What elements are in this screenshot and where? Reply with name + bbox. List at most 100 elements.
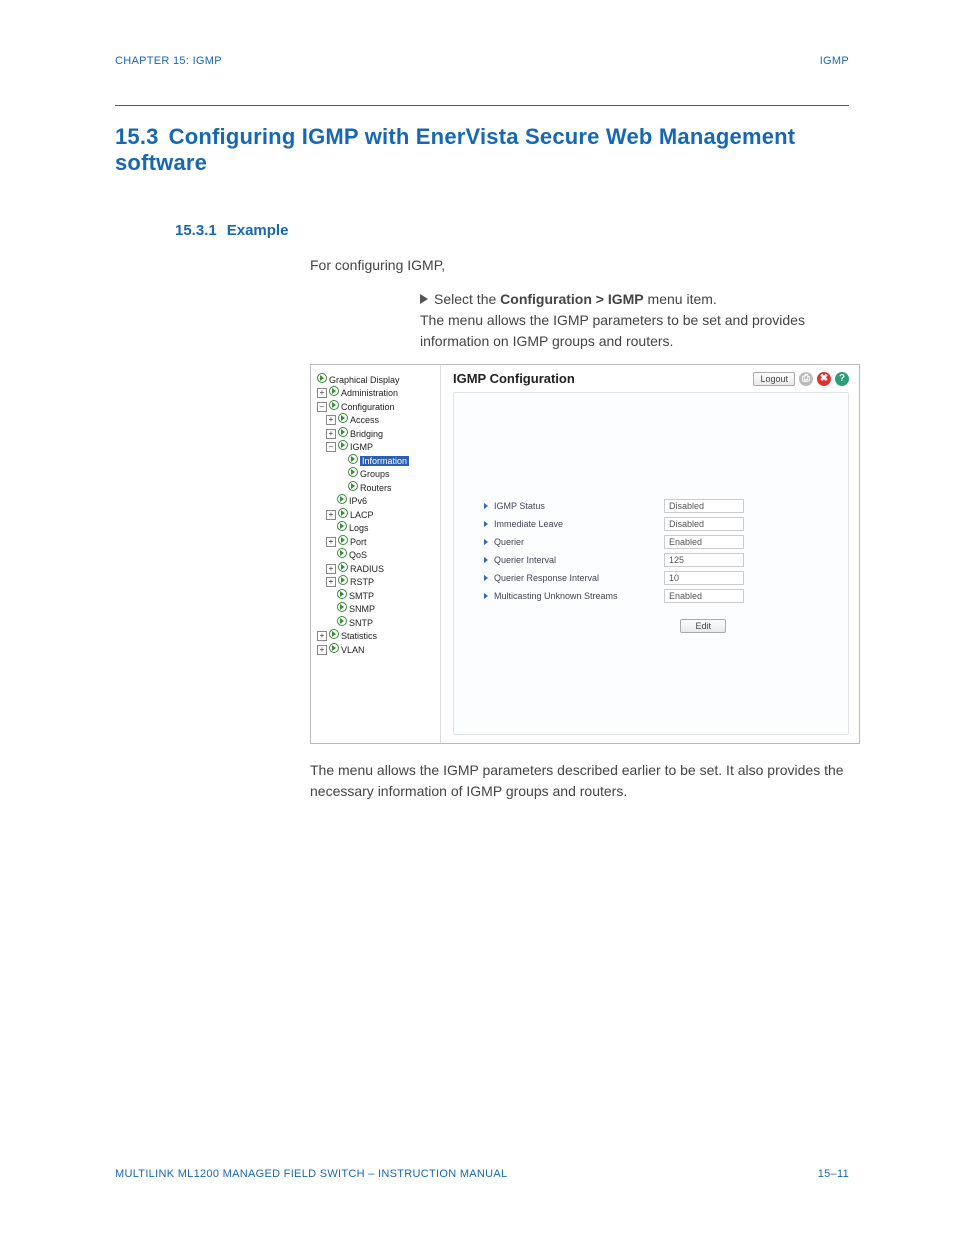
footer-left: MULTILINK ML1200 MANAGED FIELD SWITCH – … [115,1168,507,1180]
collapse-icon[interactable]: – [326,442,336,452]
node-icon [329,629,339,639]
step-block: Select the Configuration > IGMP menu ite… [420,289,849,352]
param-row: IGMP StatusDisabled [484,499,818,513]
expand-icon[interactable]: + [326,537,336,547]
param-arrow-icon [484,539,488,545]
content-title-row: IGMP Configuration Logout ⎙ ✖ ? [453,371,849,386]
param-value: Enabled [664,589,744,603]
expand-icon[interactable]: + [317,631,327,641]
tree-information[interactable]: Information [348,454,436,466]
step-triangle-icon [420,294,428,304]
section-number: 15.3 [115,124,159,150]
footer-right: 15–11 [818,1168,849,1180]
tree-smtp[interactable]: SMTP [337,589,436,601]
close-icon[interactable]: ✖ [817,372,831,386]
section-title: Configuring IGMP with EnerVista Secure W… [115,124,795,175]
tree-snmp[interactable]: SNMP [337,602,436,614]
page-header: CHAPTER 15: IGMP IGMP [115,55,849,67]
param-label: IGMP Status [494,501,664,511]
nav-tree: Graphical Display +Administration –Confi… [311,365,441,743]
param-value: 10 [664,571,744,585]
tree-vlan[interactable]: +VLAN [317,643,436,655]
expand-icon[interactable]: + [317,645,327,655]
node-icon [338,508,348,518]
params-panel: IGMP StatusDisabledImmediate LeaveDisabl… [453,392,849,735]
tree-configuration[interactable]: –Configuration [317,400,436,412]
edit-row: Edit [484,619,818,633]
subsection-title: Example [227,222,289,239]
expand-icon[interactable]: + [326,577,336,587]
embedded-screenshot: Graphical Display +Administration –Confi… [310,364,860,744]
tree-port[interactable]: +Port [326,535,436,547]
node-icon [338,575,348,585]
tree-radius[interactable]: +RADIUS [326,562,436,574]
content-pane: IGMP Configuration Logout ⎙ ✖ ? IGMP Sta… [441,365,859,743]
expand-icon[interactable]: + [326,429,336,439]
node-icon [348,467,358,477]
tree-graphical-display[interactable]: Graphical Display [317,373,436,385]
param-arrow-icon [484,503,488,509]
node-icon [329,643,339,653]
param-arrow-icon [484,593,488,599]
node-icon [337,616,347,626]
node-icon [337,494,347,504]
node-icon [338,535,348,545]
after-text: The menu allows the IGMP parameters desc… [310,760,849,802]
param-label: Multicasting Unknown Streams [494,591,664,601]
page-footer: MULTILINK ML1200 MANAGED FIELD SWITCH – … [115,1168,849,1180]
intro-text: For configuring IGMP, [310,255,849,275]
param-arrow-icon [484,575,488,581]
node-icon [317,373,327,383]
tree-lacp[interactable]: +LACP [326,508,436,520]
node-icon [337,589,347,599]
param-label: Querier Response Interval [494,573,664,583]
step-description: The menu allows the IGMP parameters to b… [420,312,805,349]
tree-administration[interactable]: +Administration [317,386,436,398]
node-icon [348,454,358,464]
header-rule [115,105,849,106]
content-title: IGMP Configuration [453,371,575,386]
tree-groups[interactable]: Groups [348,467,436,479]
tree-statistics[interactable]: +Statistics [317,629,436,641]
tree-ipv6[interactable]: IPv6 [337,494,436,506]
tree-rstp[interactable]: +RSTP [326,575,436,587]
tree-access[interactable]: +Access [326,413,436,425]
expand-icon[interactable]: + [326,564,336,574]
param-label: Immediate Leave [494,519,664,529]
expand-icon[interactable]: + [326,510,336,520]
param-row: Querier Interval125 [484,553,818,567]
param-value: Enabled [664,535,744,549]
section-heading: 15.3Configuring IGMP with EnerVista Secu… [115,124,849,176]
edit-button[interactable]: Edit [680,619,726,633]
param-row: Multicasting Unknown StreamsEnabled [484,589,818,603]
node-icon [338,562,348,572]
node-icon [329,386,339,396]
help-icon[interactable]: ? [835,372,849,386]
header-chapter: CHAPTER 15: IGMP [115,55,222,67]
node-icon [338,413,348,423]
logout-button[interactable]: Logout [753,372,795,386]
param-value: 125 [664,553,744,567]
tree-bridging[interactable]: +Bridging [326,427,436,439]
tree-logs[interactable]: Logs [337,521,436,533]
param-row: QuerierEnabled [484,535,818,549]
param-value: Disabled [664,499,744,513]
node-icon [337,602,347,612]
node-icon [337,548,347,558]
expand-icon[interactable]: + [317,388,327,398]
node-icon [338,440,348,450]
param-label: Querier [494,537,664,547]
node-icon [329,400,339,410]
step-menu-path: Configuration > IGMP [500,291,644,307]
tree-sntp[interactable]: SNTP [337,616,436,628]
param-row: Querier Response Interval10 [484,571,818,585]
expand-icon[interactable]: + [326,415,336,425]
node-icon [338,427,348,437]
param-value: Disabled [664,517,744,531]
tree-routers[interactable]: Routers [348,481,436,493]
tree-igmp[interactable]: –IGMP [326,440,436,452]
tree-qos[interactable]: QoS [337,548,436,560]
header-topic: IGMP [820,55,849,67]
print-icon[interactable]: ⎙ [799,372,813,386]
collapse-icon[interactable]: – [317,402,327,412]
